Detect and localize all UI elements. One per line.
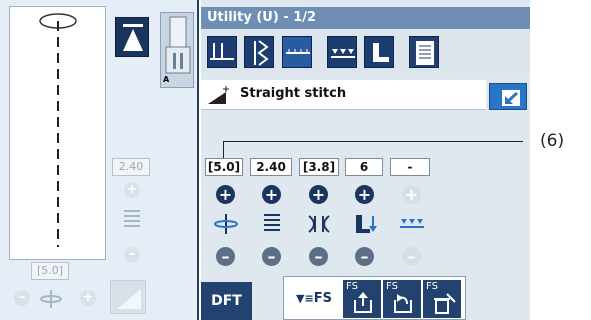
length-plus-button-disabled: +: [80, 290, 96, 306]
stitch-category-straight[interactable]: [207, 36, 237, 68]
stitch-category-blind[interactable]: [282, 36, 312, 68]
sewing-edge-button-disabled: [110, 280, 146, 314]
save-upload-icon: [354, 292, 372, 313]
length-value-display: [5.0]: [31, 262, 69, 280]
width-icon: [122, 208, 142, 232]
length-plus-button[interactable]: +: [216, 185, 235, 204]
presser-foot-indicator: A: [160, 12, 194, 88]
needle-up-icon: [123, 24, 143, 51]
stitch-category-list[interactable]: [409, 36, 439, 68]
recall-icon: [394, 294, 412, 313]
thread-tension-value: [3.8]: [299, 158, 339, 176]
fs-save-button[interactable]: FS: [343, 280, 381, 318]
length-minus-button-disabled: –: [14, 290, 30, 306]
page-title: Utility (U) - 1/2: [201, 7, 530, 29]
fs-recall-button[interactable]: FS: [383, 280, 421, 318]
decorative-stitch-icon: [331, 49, 355, 58]
trash-icon: [434, 293, 456, 314]
tension-minus-button[interactable]: –: [309, 247, 328, 266]
width-minus-button[interactable]: –: [262, 247, 281, 266]
decorative-feed-icon: [398, 215, 426, 233]
stitch-line-icon: [39, 13, 77, 247]
blind-stitch-icon: [286, 49, 310, 54]
arrow-corner-icon: [502, 90, 520, 106]
overcast-stitch-icon: [254, 40, 269, 66]
stitch-width-value: 2.40: [250, 158, 292, 176]
callout-line-vertical: [223, 141, 224, 158]
fs-delete-button[interactable]: FS: [423, 280, 461, 318]
stitch-category-decorative[interactable]: [327, 36, 357, 68]
stitch-category-buttonhole[interactable]: [364, 36, 394, 68]
stitch-length-icon: [212, 212, 240, 236]
slope-icon: [117, 289, 141, 309]
length-minus-button[interactable]: –: [216, 247, 235, 266]
stitch-preview: [9, 6, 106, 260]
other-minus-button-disabled: –: [402, 247, 421, 266]
thread-tension-icon: [305, 212, 333, 236]
width-value-display: 2.40: [112, 158, 150, 176]
pressure-minus-button[interactable]: –: [355, 247, 374, 266]
other-plus-button-disabled: +: [402, 185, 421, 204]
needle-position-button[interactable]: [115, 17, 149, 57]
default-button[interactable]: DFT: [201, 282, 252, 320]
straight-stitch-small-icon: [206, 84, 234, 106]
pressure-plus-button[interactable]: +: [355, 185, 374, 204]
fs-menu-button[interactable]: ▼≡FS: [290, 280, 338, 318]
presser-pressure-value: 6: [345, 158, 383, 176]
tension-plus-button[interactable]: +: [309, 185, 328, 204]
fs-menu-icon: ▼≡: [296, 292, 314, 305]
length-icon: [38, 288, 64, 310]
straight-stitch-icon: [210, 43, 234, 60]
presser-pressure-icon: [352, 212, 378, 236]
stitch-width-icon: [262, 212, 282, 236]
list-icon: [416, 41, 434, 65]
callout-line: [223, 141, 523, 142]
other-setting-value: -: [390, 158, 430, 176]
mirror-button[interactable]: [489, 83, 527, 110]
foot-letter: A: [163, 75, 170, 84]
stitch-category-overcast[interactable]: [244, 36, 274, 68]
callout-label: (6): [540, 131, 565, 151]
width-minus-button-disabled: –: [124, 247, 140, 263]
stitch-length-value: [5.0]: [205, 158, 243, 176]
buttonhole-icon: [373, 43, 389, 62]
width-plus-button[interactable]: +: [262, 185, 281, 204]
stitch-name: Straight stitch: [240, 86, 347, 101]
width-plus-button-disabled: +: [124, 182, 140, 198]
